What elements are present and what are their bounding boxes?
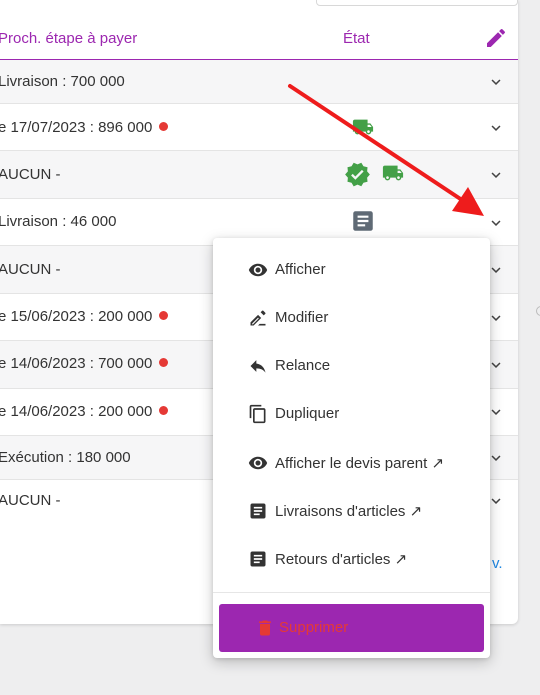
search-input[interactable] — [316, 0, 518, 6]
verified-badge-icon — [345, 162, 370, 187]
copy-icon — [249, 404, 266, 424]
truck-icon — [352, 119, 374, 135]
pencil-icon — [487, 28, 506, 47]
chevron-down-icon[interactable] — [487, 119, 505, 137]
menu-item-duplicate[interactable]: Dupliquer — [213, 393, 490, 433]
pencil-line-icon — [250, 310, 266, 326]
row-next-step: e 17/07/2023 : 896 000 — [0, 119, 169, 136]
truck-icon — [382, 165, 404, 181]
menu-item-view-parent-quote[interactable]: Afficher le devis parent ↗ — [213, 442, 490, 482]
overdue-dot — [159, 358, 169, 367]
radio-icon — [536, 306, 540, 316]
document-icon — [250, 503, 266, 519]
table-row[interactable]: AUCUN - — [0, 151, 518, 199]
overdue-dot — [159, 122, 169, 131]
table-row[interactable]: Livraison : 700 000 — [0, 60, 518, 104]
menu-divider — [213, 592, 490, 593]
trash-icon — [259, 620, 271, 636]
menu-item-view[interactable]: Afficher — [213, 249, 490, 289]
row-next-step: e 14/06/2023 : 200 000 — [0, 403, 169, 420]
table-header: Proch. étape à payer État — [0, 14, 518, 60]
row-next-step: Livraison : 46 000 — [0, 213, 117, 230]
menu-item-reminder[interactable]: Relance — [213, 345, 490, 385]
table-row[interactable]: e 17/07/2023 : 896 000 — [0, 104, 518, 151]
menu-item-item-deliveries[interactable]: Livraisons d'articles ↗ — [213, 490, 490, 530]
pagination-link[interactable]: v. — [492, 555, 503, 572]
context-menu: Afficher Modifier Relance Dupliquer Affi… — [213, 238, 490, 658]
overdue-dot — [159, 406, 169, 415]
chevron-down-icon[interactable] — [487, 166, 505, 184]
row-next-step: AUCUN - — [0, 166, 61, 183]
row-next-step: AUCUN - — [0, 492, 61, 509]
delete-button[interactable]: Supprimer — [219, 604, 484, 652]
menu-item-edit[interactable]: Modifier — [213, 297, 490, 337]
document-icon — [250, 551, 266, 567]
reply-icon — [250, 360, 266, 373]
column-header-state[interactable]: État — [343, 30, 370, 47]
document-icon[interactable] — [350, 208, 376, 234]
row-next-step: e 15/06/2023 : 200 000 — [0, 308, 169, 325]
row-next-step: Exécution : 180 000 — [0, 449, 131, 466]
overdue-dot — [159, 311, 169, 320]
row-next-step: e 14/06/2023 : 700 000 — [0, 355, 169, 372]
row-next-step: AUCUN - — [0, 261, 61, 278]
menu-item-item-returns[interactable]: Retours d'articles ↗ — [213, 538, 490, 578]
column-header-next-step[interactable]: Proch. étape à payer — [0, 30, 137, 47]
eye-icon — [248, 456, 268, 470]
edit-columns-button[interactable] — [484, 26, 508, 50]
chevron-down-icon[interactable] — [487, 214, 505, 232]
row-next-step: Livraison : 700 000 — [0, 73, 125, 90]
chevron-down-icon[interactable] — [487, 73, 505, 91]
eye-icon — [248, 263, 268, 277]
